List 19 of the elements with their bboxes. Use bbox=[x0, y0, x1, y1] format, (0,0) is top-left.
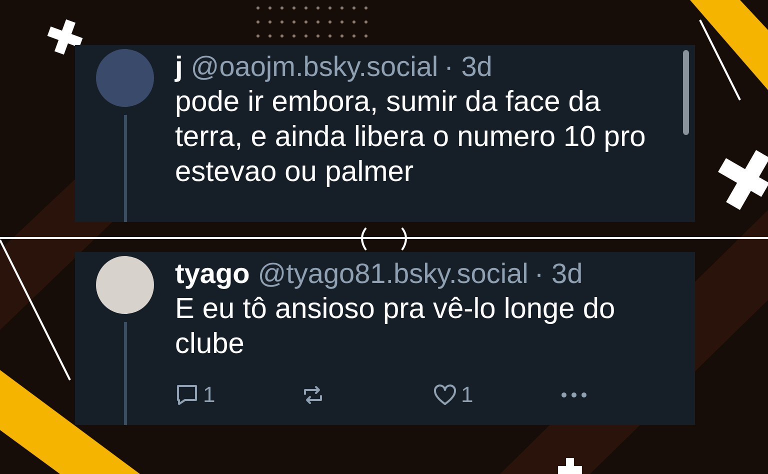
reply-button[interactable]: 1 bbox=[175, 378, 301, 411]
handle[interactable]: @tyago81.bsky.social bbox=[258, 256, 528, 292]
scrollbar[interactable] bbox=[683, 50, 689, 135]
more-icon bbox=[561, 392, 587, 398]
handle[interactable]: @oaojm.bsky.social bbox=[190, 49, 438, 85]
timestamp[interactable]: · 3d bbox=[444, 49, 492, 85]
plus-shape bbox=[47, 19, 83, 55]
display-name[interactable]: j bbox=[175, 49, 183, 85]
plus-shape bbox=[558, 458, 582, 474]
speech-bubble-icon bbox=[175, 384, 199, 406]
post-text: pode ir embora, sumir da face da terra, e ainda libera o numero 10 pro estevao ou palmer bbox=[175, 85, 647, 190]
like-button[interactable]: 1 bbox=[433, 378, 561, 411]
more-button[interactable] bbox=[561, 392, 587, 398]
timestamp[interactable]: · 3d bbox=[534, 256, 583, 292]
post-text: E eu tô ansioso pra vê-lo longe do clube bbox=[175, 292, 616, 362]
repost-icon bbox=[301, 384, 325, 406]
display-name[interactable]: tyago bbox=[175, 256, 250, 292]
plus-shape bbox=[718, 150, 768, 210]
heart-icon bbox=[433, 384, 457, 406]
